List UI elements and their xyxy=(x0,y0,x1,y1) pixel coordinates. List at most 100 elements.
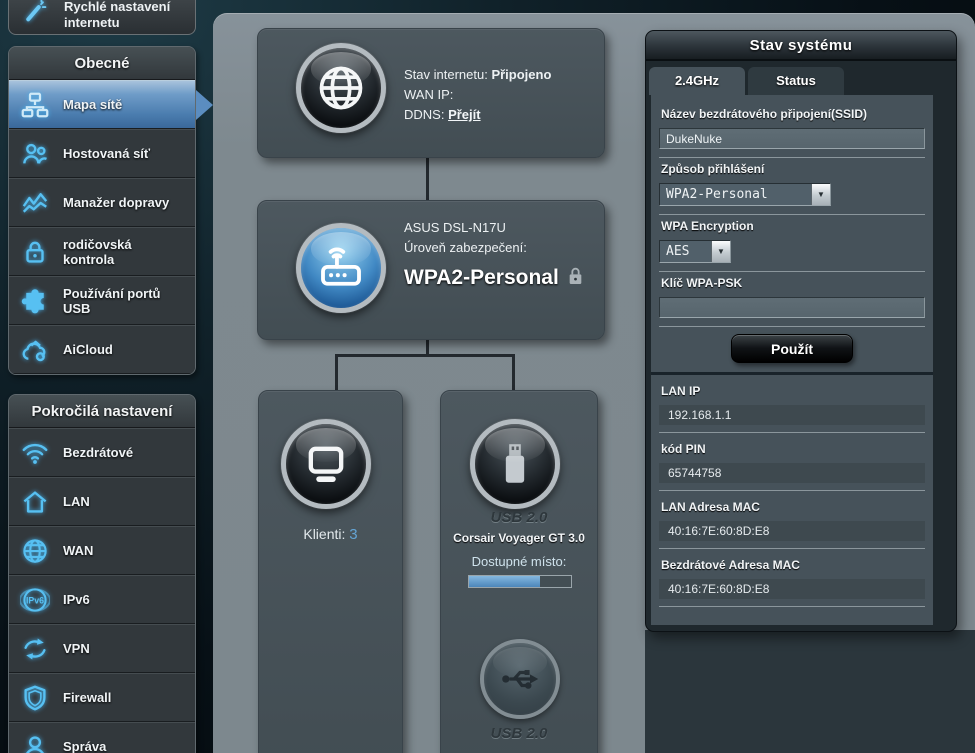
router-icon[interactable] xyxy=(296,223,386,313)
wpa-psk-label: Klíč WPA-PSK xyxy=(661,276,743,290)
sidebar-item-wan[interactable]: WAN xyxy=(9,526,195,575)
sidebar-item-lan[interactable]: LAN xyxy=(9,477,195,526)
right-column-background xyxy=(645,630,975,753)
chevron-down-icon[interactable]: ▼ xyxy=(711,241,730,262)
chevron-down-icon[interactable]: ▼ xyxy=(811,184,830,205)
lan-mac-label: LAN Adresa MAC xyxy=(661,500,760,514)
usb-port-label: USB 2.0 xyxy=(490,509,548,526)
sidebar-item-parental-control[interactable]: rodičovská kontrola xyxy=(9,227,195,276)
sidebar-item-network-map[interactable]: Mapa sítě xyxy=(9,80,195,129)
magic-wand-icon xyxy=(22,0,52,25)
wireless-mac-value: 40:16:7E:60:8D:E8 xyxy=(659,579,925,599)
wpa-psk-input[interactable] xyxy=(659,297,925,318)
ssid-input[interactable] xyxy=(659,128,925,149)
svg-text:IPv6: IPv6 xyxy=(26,595,44,605)
sidebar-header-advanced: Pokročilá nastavení xyxy=(9,395,195,428)
lan-ip-value: 192.168.1.1 xyxy=(659,405,925,425)
usb-apps-icon xyxy=(20,286,50,316)
system-status-panel: Stav systému 2.4GHz Status Název bezdrát… xyxy=(645,30,957,632)
network-map-icon xyxy=(20,90,50,120)
aicloud-icon xyxy=(20,335,50,365)
sidebar-item-label: LAN xyxy=(63,494,90,509)
usb-device-name: Corsair Voyager GT 3.0 xyxy=(453,531,585,545)
sidebar-item-firewall[interactable]: Firewall xyxy=(9,673,195,722)
firewall-icon xyxy=(20,683,50,713)
divider xyxy=(659,214,925,215)
divider xyxy=(659,432,925,433)
security-level-label: Úroveň zabezpečení: xyxy=(404,240,527,255)
tab-status[interactable]: Status xyxy=(748,67,844,95)
quick-setup-button[interactable]: Rychlé nastavení internetu xyxy=(8,0,196,35)
wpa-encryption-value: AES xyxy=(666,244,690,259)
clients-label: Klienti: xyxy=(303,526,346,542)
sidebar-item-label: Firewall xyxy=(63,690,112,705)
usb-drive-icon[interactable] xyxy=(470,419,560,509)
divider xyxy=(659,271,925,272)
sidebar-item-aicloud[interactable]: AiCloud xyxy=(9,325,195,374)
divider xyxy=(659,326,925,327)
auth-method-select[interactable]: WPA2-Personal ▼ xyxy=(659,183,831,206)
sidebar-item-label: Manažer dopravy xyxy=(63,195,170,210)
ipv6-icon: IPv6 xyxy=(20,585,50,615)
traffic-manager-icon xyxy=(20,188,50,218)
security-level-value: WPA2-Personal xyxy=(404,266,559,289)
usb-card: USB 2.0 Corsair Voyager GT 3.0 Dostupné … xyxy=(440,390,598,753)
sidebar-item-label: Hostovaná síť xyxy=(63,146,151,161)
sidebar-item-label: WAN xyxy=(63,543,94,558)
usb-space-label: Dostupné místo: xyxy=(471,554,567,569)
wpa-encryption-select[interactable]: AES ▼ xyxy=(659,240,731,263)
tab-24ghz[interactable]: 2.4GHz xyxy=(649,67,745,95)
pin-code-value: 65744758 xyxy=(659,463,925,483)
connector-line xyxy=(335,354,515,357)
clients-count: 3 xyxy=(349,526,358,543)
sidebar-item-usb-application[interactable]: Používání portů USB xyxy=(9,276,195,325)
sidebar-item-administration[interactable]: Správa xyxy=(9,722,195,753)
pin-code-label: kód PIN xyxy=(661,442,706,456)
sidebar-item-label: IPv6 xyxy=(63,592,90,607)
ddns-label: DDNS: xyxy=(404,107,445,122)
connector-line xyxy=(335,354,338,392)
divider xyxy=(659,490,925,491)
admin-icon xyxy=(20,732,50,753)
sidebar-item-label: Mapa sítě xyxy=(63,97,123,112)
usb-port2-icon[interactable] xyxy=(480,639,560,719)
sidebar-item-ipv6[interactable]: IPv6 IPv6 xyxy=(9,575,195,624)
sidebar-item-label: Bezdrátové xyxy=(63,445,134,460)
internet-globe-icon[interactable] xyxy=(296,43,386,133)
lock-icon xyxy=(568,267,583,289)
internet-status-value: Připojeno xyxy=(491,67,552,82)
ssid-label: Název bezdrátového připojení(SSID) xyxy=(661,107,868,121)
guest-network-icon xyxy=(20,139,50,169)
clients-monitor-icon[interactable] xyxy=(281,419,371,509)
connector-line xyxy=(426,156,429,202)
wan-icon xyxy=(20,536,50,566)
status-panel-content: Název bezdrátového připojení(SSID) Způso… xyxy=(651,95,933,625)
sidebar-group-advanced: Pokročilá nastavení Bezdrátové LAN WAN I… xyxy=(8,394,196,753)
quick-setup-label: Rychlé nastavení internetu xyxy=(64,0,171,30)
sidebar-item-traffic-manager[interactable]: Manažer dopravy xyxy=(9,178,195,227)
divider xyxy=(659,157,925,158)
internet-status-card: Stav internetu: Připojeno WAN IP: DDNS: … xyxy=(257,28,605,158)
lan-mac-value: 40:16:7E:60:8D:E8 xyxy=(659,521,925,541)
wireless-icon xyxy=(20,438,50,468)
router-model: ASUS DSL-N17U xyxy=(404,220,506,235)
wireless-mac-label: Bezdrátové Adresa MAC xyxy=(661,558,800,572)
system-status-title: Stav systému xyxy=(646,31,956,61)
sidebar-header-general: Obecné xyxy=(9,47,195,80)
selected-item-arrow xyxy=(196,90,213,120)
router-card: ASUS DSL-N17U Úroveň zabezpečení: WPA2-P… xyxy=(257,200,605,340)
clients-card: Klienti: 3 xyxy=(258,390,403,753)
sidebar-item-vpn[interactable]: VPN xyxy=(9,624,195,673)
usb-progress-fill xyxy=(469,576,541,587)
sidebar-item-label: Správa xyxy=(63,739,107,753)
connector-line xyxy=(512,354,515,392)
sidebar-item-wireless[interactable]: Bezdrátové xyxy=(9,428,195,477)
auth-method-label: Způsob přihlášení xyxy=(661,162,765,176)
apply-button[interactable]: Použít xyxy=(731,334,853,363)
vpn-icon xyxy=(20,634,50,664)
ddns-go-link[interactable]: Přejít xyxy=(448,107,481,122)
internet-status-label: Stav internetu: xyxy=(404,67,488,82)
sidebar-item-label: Používání portů USB xyxy=(63,285,161,316)
auth-method-value: WPA2-Personal xyxy=(666,187,768,202)
sidebar-item-guest-network[interactable]: Hostovaná síť xyxy=(9,129,195,178)
